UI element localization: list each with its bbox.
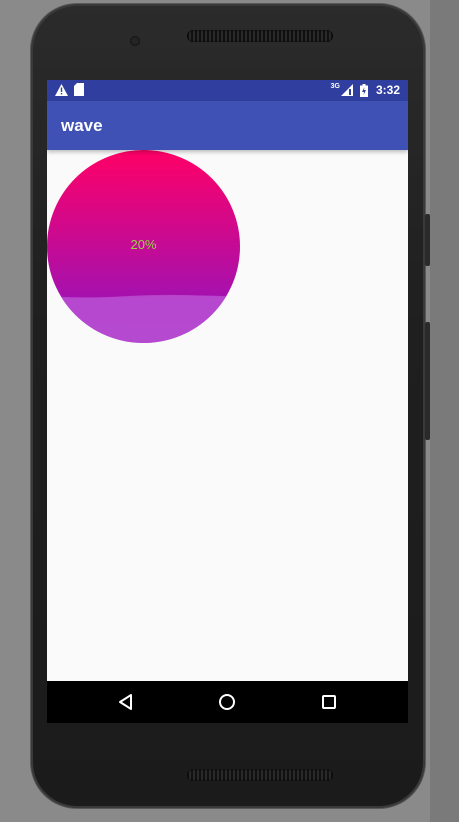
status-left-icons (55, 83, 84, 96)
status-bar: 3G 3:32 (47, 80, 408, 101)
progress-percentage: 20% (130, 237, 157, 252)
app-bar: wave (47, 101, 408, 150)
emulator-side-panel (430, 0, 459, 822)
bottom-speaker (187, 769, 333, 781)
device-screen: 3G 3:32 wave 20% (47, 80, 408, 723)
clock: 3:32 (375, 83, 400, 97)
network-type: 3G (330, 82, 340, 90)
wave-progress-view[interactable]: 20% (47, 150, 240, 343)
signal-icon (340, 84, 353, 96)
emulator-stage: 3G 3:32 wave 20% (0, 0, 459, 822)
navigation-bar (47, 681, 408, 723)
home-icon[interactable] (217, 692, 237, 712)
recents-icon[interactable] (319, 692, 339, 712)
back-icon[interactable] (116, 692, 136, 712)
wave-front (47, 295, 240, 343)
app-title: wave (61, 116, 103, 135)
power-button[interactable] (425, 322, 430, 440)
warning-icon (55, 83, 68, 96)
battery-icon (359, 83, 368, 97)
volume-button[interactable] (425, 214, 430, 266)
top-speaker (187, 30, 333, 42)
sd-card-icon (74, 83, 84, 96)
front-camera (130, 36, 140, 46)
status-right-icons: 3G 3:32 (330, 82, 400, 98)
